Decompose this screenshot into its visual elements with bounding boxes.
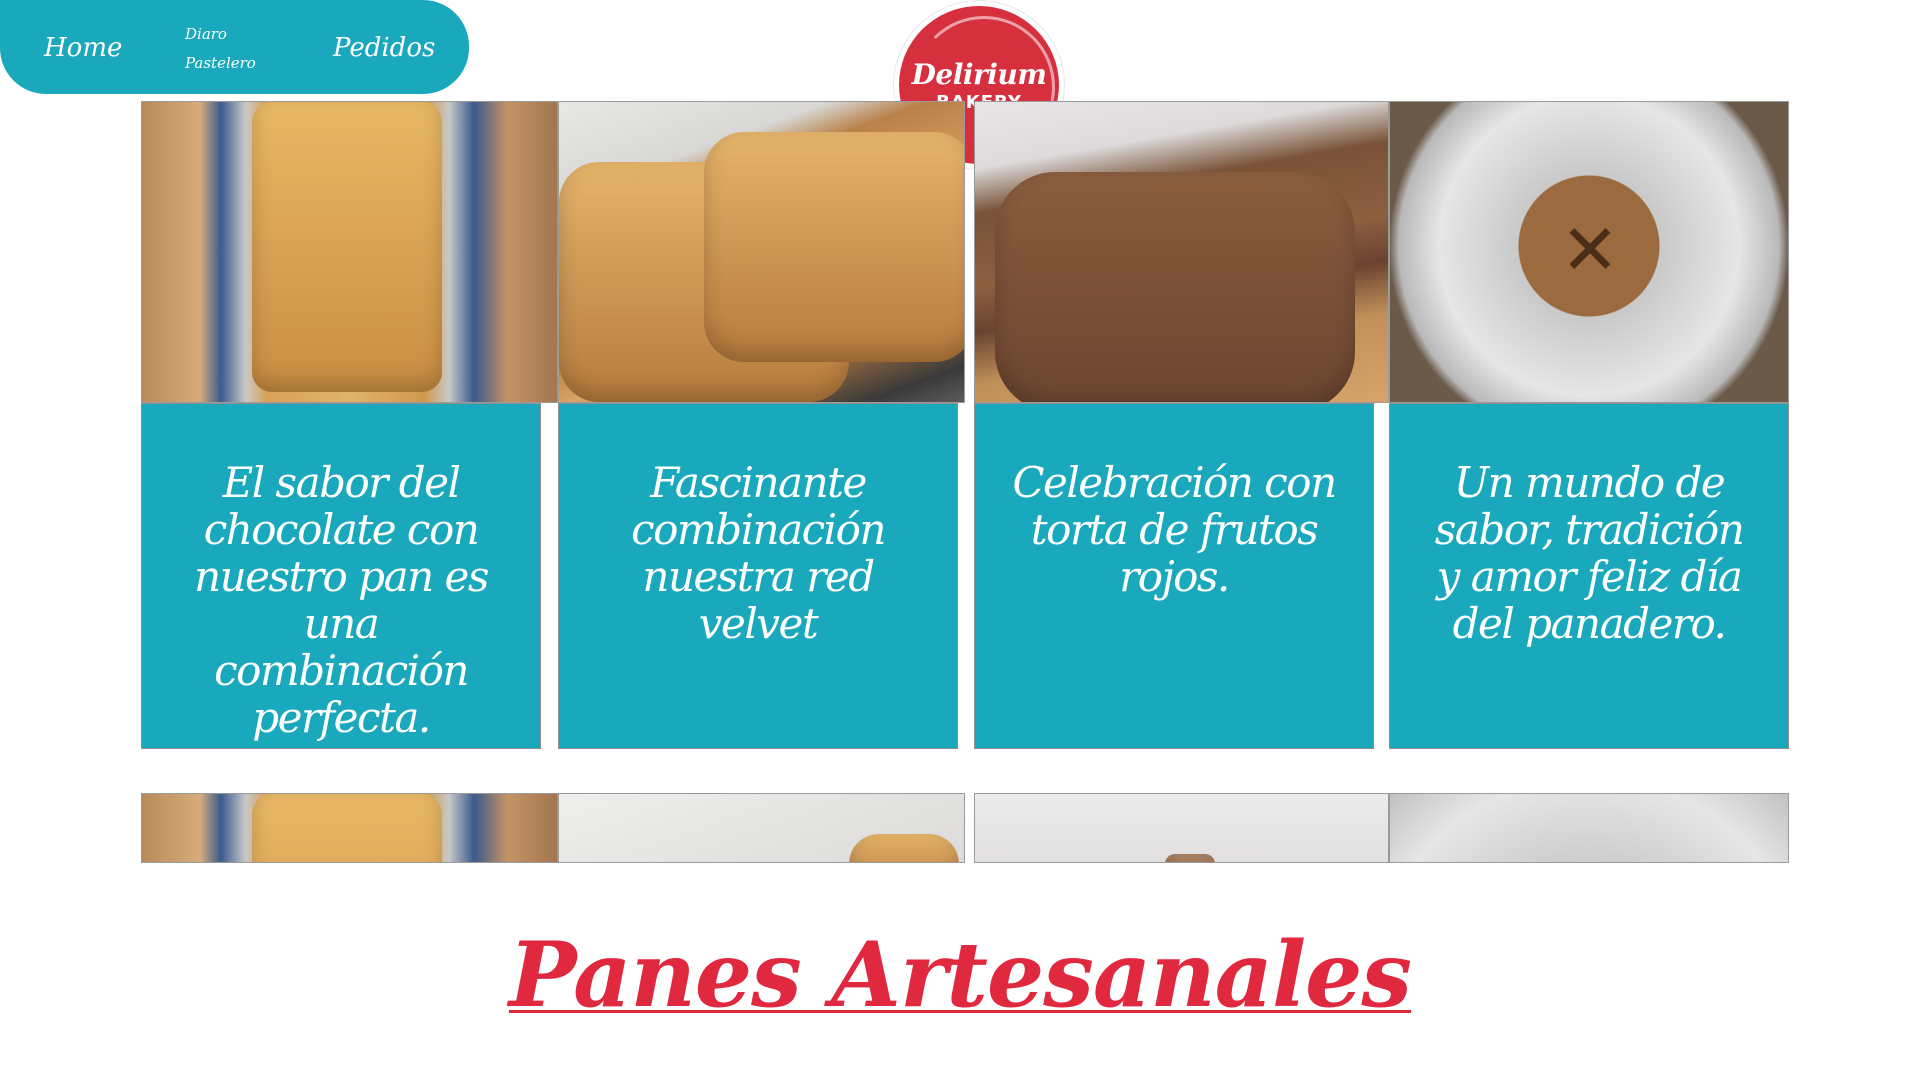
loaf-shape [1165, 854, 1215, 862]
nav-pedidos-link[interactable]: Pedidos [333, 33, 435, 63]
section-heading-text: Panes Artesanales [508, 922, 1412, 1028]
promo-card-text: Celebración con torta de frutos rojos. [1012, 458, 1337, 601]
product-image-round-bread-repeat [1389, 793, 1789, 863]
loaf-shape [252, 794, 442, 862]
loaf-shape [704, 132, 964, 362]
loaf-shape [849, 834, 959, 862]
product-image-berry-cake-repeat [974, 793, 1389, 863]
product-image-red-velvet [558, 101, 965, 403]
loaf-shape [995, 172, 1355, 402]
product-image-berry-cake [974, 101, 1389, 403]
bread-score-icon: ✕ [1560, 209, 1620, 291]
promo-card-text: Un mundo de sabor, tradición y amor feli… [1434, 458, 1745, 648]
nav-diario-link[interactable]: Diaro Pastelero [185, 20, 265, 78]
promo-card-berry-cake[interactable]: Celebración con torta de frutos rojos. [974, 403, 1374, 749]
logo-text-delirium: Delirium [911, 58, 1047, 91]
section-heading: Panes Artesanales [0, 925, 1920, 1025]
promo-card-chocolate[interactable]: El sabor del chocolate con nuestro pan e… [141, 403, 541, 749]
promo-card-red-velvet[interactable]: Fascinante combinación nuestra red velve… [558, 403, 958, 749]
top-nav: Home Diaro Pastelero Pedidos [0, 0, 469, 94]
promo-card-text: Fascinante combinación nuestra red velve… [631, 458, 886, 648]
nav-home-link[interactable]: Home [44, 33, 122, 63]
promo-card-text: El sabor del chocolate con nuestro pan e… [194, 458, 489, 742]
promo-card-baker-day[interactable]: Un mundo de sabor, tradición y amor feli… [1389, 403, 1789, 749]
product-image-chocolate-bread-repeat [141, 793, 558, 863]
product-image-red-velvet-repeat [558, 793, 965, 863]
product-image-round-bread: ✕ [1389, 101, 1789, 403]
loaf-shape [252, 102, 442, 392]
product-image-chocolate-bread [141, 101, 558, 403]
